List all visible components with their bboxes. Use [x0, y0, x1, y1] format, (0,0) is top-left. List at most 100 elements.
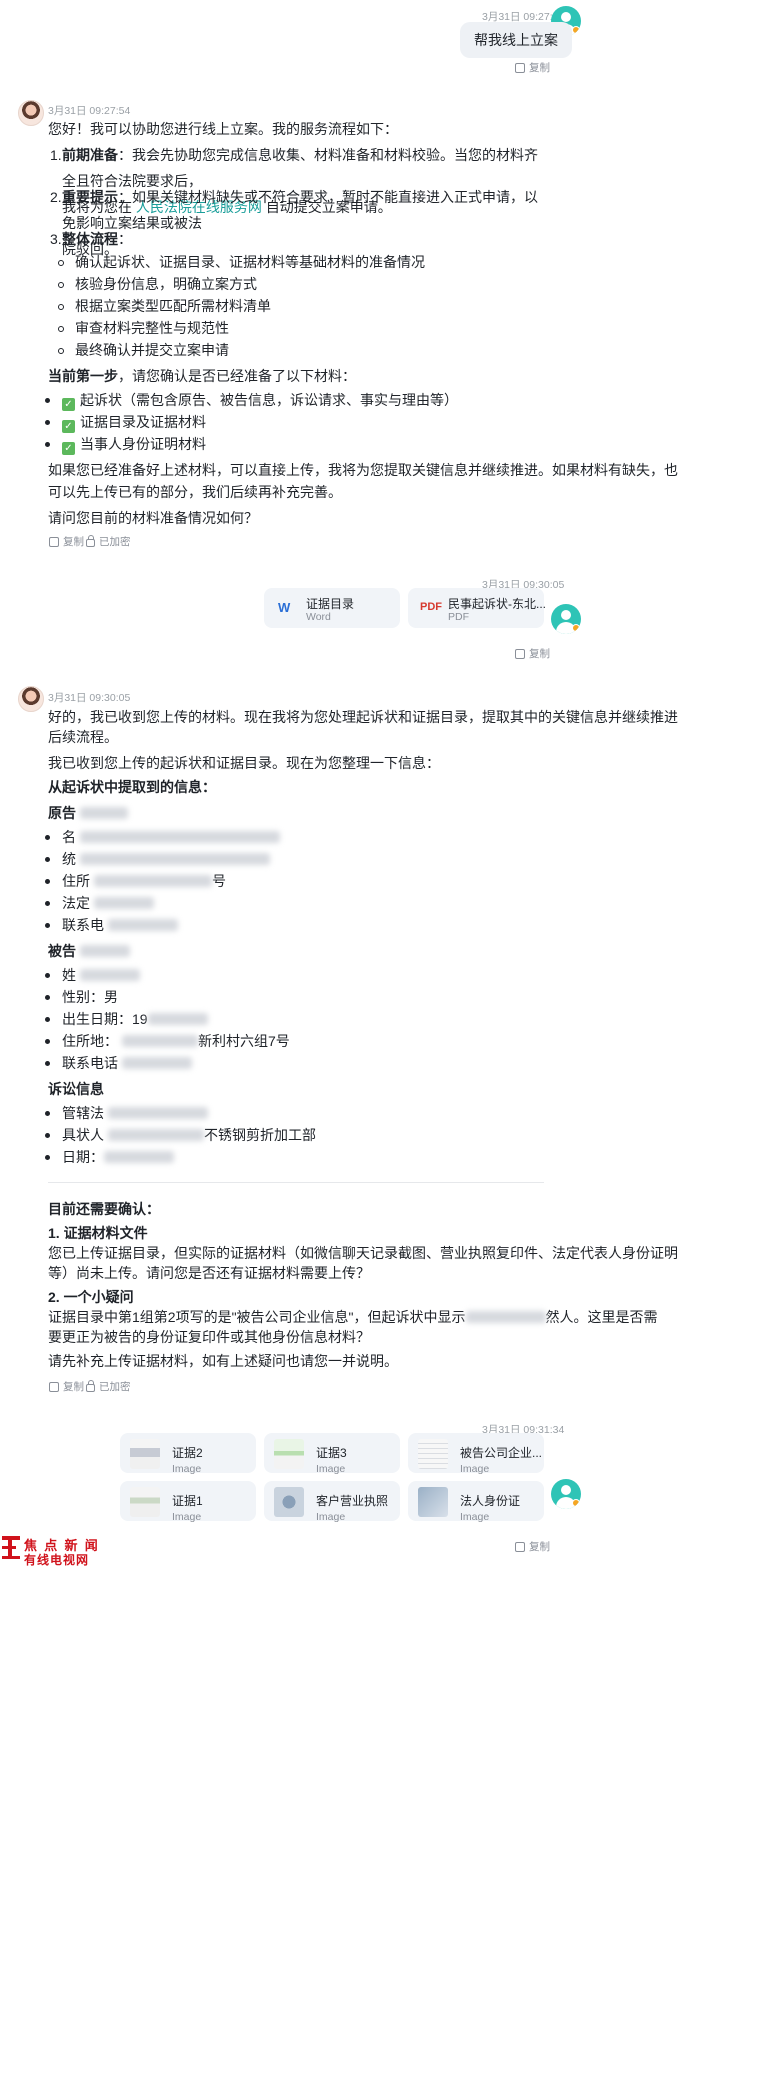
item-text: ：	[118, 231, 132, 247]
copy-icon	[515, 62, 525, 73]
copy-button[interactable]: 复制	[515, 1539, 550, 1554]
redacted-text	[108, 919, 178, 931]
image-attachment-card[interactable]: 客户营业执照 Image	[264, 1481, 400, 1523]
lawsuit-field: 具状人 不锈钢剪折加工部	[45, 1124, 316, 1146]
checklist-text: 证据目录及证据材料	[80, 414, 206, 430]
plaintiff-heading: 原告	[48, 800, 128, 826]
redacted-text	[122, 1057, 192, 1069]
image-type: Image	[172, 1463, 202, 1475]
image-attachment-card[interactable]: 证据3 Image	[264, 1433, 400, 1475]
field-label: 具状人	[62, 1127, 104, 1143]
list-item: 3.	[50, 231, 62, 247]
lawsuit-heading: 诉讼信息	[48, 1081, 104, 1097]
user-message-bubble: 帮我线上立案	[460, 22, 572, 58]
field-label: 名	[62, 829, 76, 845]
image-name: 证据1	[172, 1494, 203, 1508]
image-name: 被告公司企业...	[460, 1446, 543, 1460]
list-item: 1.	[50, 147, 62, 163]
image-name: 证据3	[316, 1446, 347, 1460]
copy-icon	[515, 1541, 525, 1552]
defendant-heading: 被告	[48, 938, 130, 964]
assistant-paragraph: 可以先上传已有的部分，我们后续再补充完善。	[48, 484, 342, 500]
image-attachment-card[interactable]: 证据1 Image	[120, 1481, 256, 1523]
image-type: Image	[316, 1511, 346, 1523]
defendant-field: 性别：男	[45, 986, 118, 1008]
status-dot	[572, 1499, 580, 1507]
copy-button[interactable]: 复制	[515, 60, 550, 75]
file-name: 民事起诉状-东北...	[448, 597, 546, 611]
process-step: 确认起诉状、证据目录、证据材料等基础材料的准备情况	[58, 251, 425, 273]
first-step-text: ，请您确认是否已经准备了以下材料：	[118, 368, 356, 384]
image-type: Image	[460, 1511, 490, 1523]
user-avatar	[551, 604, 581, 634]
user-avatar	[551, 1479, 581, 1509]
image-thumbnail	[130, 1439, 160, 1469]
redacted-text	[80, 853, 270, 865]
copy-label: 复制	[529, 62, 550, 74]
image-attachment-card[interactable]: 证据2 Image	[120, 1433, 256, 1475]
plaintiff-field: 名	[45, 826, 280, 848]
copy-label: 复制	[63, 1381, 84, 1393]
defendant-field: 联系电话	[45, 1052, 192, 1074]
copy-icon	[49, 1381, 59, 1392]
redacted-text	[94, 897, 154, 909]
checklist-item: ✓ 当事人身份证明材料	[45, 433, 206, 455]
image-name: 证据2	[172, 1446, 203, 1460]
first-step-label: 当前第一步	[48, 368, 118, 384]
copy-button[interactable]: 复制	[49, 1379, 84, 1394]
item-text: ：我会先协助您完成信息收集、材料准备和材料校验。当您的材料齐全且符合法院要求后，	[62, 147, 538, 189]
redacted-text	[108, 1129, 204, 1141]
redacted-text	[465, 1311, 546, 1323]
assistant-question: 请问您目前的材料准备情况如何？	[48, 510, 258, 526]
image-thumbnail	[418, 1439, 448, 1469]
field-text: 号	[212, 873, 226, 889]
encrypted-badge: 已加密	[86, 534, 131, 549]
item-label: 整体流程	[62, 231, 118, 247]
checklist-item: ✓ 证据目录及证据材料	[45, 411, 206, 433]
assistant-paragraph: 后续流程。	[48, 729, 118, 745]
redacted-text	[108, 1107, 208, 1119]
image-attachment-card[interactable]: 法人身份证 Image	[408, 1481, 544, 1523]
copy-label: 复制	[529, 648, 550, 660]
checklist-text: 起诉状（需包含原告、被告信息，诉讼请求、事实与理由等）	[80, 392, 458, 408]
copy-label: 复制	[63, 536, 84, 548]
copy-icon	[49, 536, 59, 547]
file-attachment-card[interactable]: PDF 民事起诉状-东北... PDF	[408, 588, 546, 628]
word-file-icon: W	[278, 600, 291, 615]
status-dot	[572, 624, 580, 632]
divider	[48, 1182, 544, 1183]
item-text: ：如果关键材料缺失或不符合要求，暂时不能直接进入正式申请，以免影响立案结果或被法	[62, 189, 538, 231]
assistant-paragraph: 我已收到您上传的起诉状和证据目录。现在为您整理一下信息：	[48, 755, 440, 771]
first-step-line: 当前第一步，请您确认是否已经准备了以下材料：	[48, 363, 356, 389]
copy-button[interactable]: 复制	[49, 534, 84, 549]
image-thumbnail	[274, 1439, 304, 1469]
file-attachment-card[interactable]: W 证据目录 Word	[264, 588, 400, 628]
checklist-text: 当事人身份证明材料	[80, 436, 206, 452]
field-label: 联系电	[62, 917, 104, 933]
list-item: 2.	[50, 189, 62, 205]
copy-button[interactable]: 复制	[515, 646, 550, 661]
redacted-text	[94, 875, 212, 887]
image-attachment-card[interactable]: 被告公司企业... Image	[408, 1433, 544, 1475]
process-step: 核验身份信息，明确立案方式	[58, 273, 257, 295]
assistant-avatar	[18, 100, 44, 126]
field-text: 不锈钢剪折加工部	[204, 1127, 316, 1143]
paragraph-text: 证据目录中第1组第2项写的是"被告公司企业信息"，但起诉状中显示	[48, 1309, 466, 1325]
lawsuit-field: 管辖法	[45, 1102, 208, 1124]
copy-label: 复制	[529, 1541, 550, 1553]
copy-icon	[515, 648, 525, 659]
list-item-3: 整体流程：	[62, 226, 132, 252]
redacted-text	[79, 807, 128, 819]
item-label: 重要提示	[62, 189, 118, 205]
image-type: Image	[316, 1463, 346, 1475]
lock-icon	[86, 535, 95, 547]
field-text: 新利村六组7号	[198, 1033, 290, 1049]
image-type: Image	[460, 1463, 490, 1475]
redacted-text	[80, 831, 280, 843]
checkbox-checked-icon: ✓	[62, 398, 75, 411]
field-label: 姓	[62, 967, 76, 983]
confirm-heading: 目前还需要确认：	[48, 1201, 160, 1217]
defendant-field: 出生日期：19	[45, 1008, 208, 1030]
redacted-text	[80, 969, 140, 981]
checklist-item: ✓ 起诉状（需包含原告、被告信息，诉讼请求、事实与理由等）	[45, 389, 458, 411]
